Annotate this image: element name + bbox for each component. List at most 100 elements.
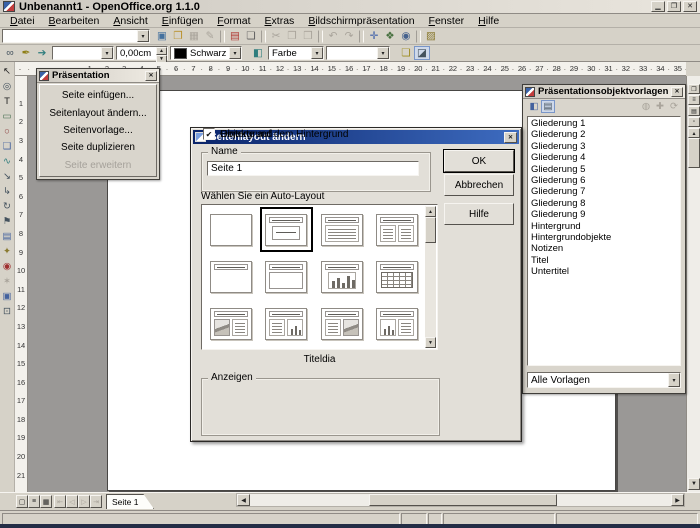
scroll-up-icon[interactable]: ▲ [425, 206, 436, 217]
menu-item[interactable]: Format [210, 14, 257, 28]
dialog-close-icon[interactable]: ✕ [504, 132, 517, 143]
ok-button[interactable]: OK [444, 150, 514, 172]
new-style-icon[interactable]: ✚ [653, 100, 667, 113]
horizontal-scrollbar[interactable]: ◀ ▶ [236, 493, 685, 507]
layout-scrollbar[interactable]: ▲ ▼ [425, 206, 436, 348]
style-item[interactable]: Hintergrund [528, 221, 680, 232]
layout-title-text-clipart[interactable] [314, 301, 370, 348]
style-item[interactable]: Gliederung 4 [528, 152, 680, 163]
style-item[interactable]: Gliederung 1 [528, 118, 680, 129]
palette-close-icon[interactable]: ✕ [145, 71, 157, 81]
palette-item-seitenvorlage[interactable]: Seitenvorlage... [63, 125, 133, 136]
graphic-styles-icon[interactable]: ◧ [527, 100, 541, 113]
vertical-scroll-thumb[interactable] [688, 138, 700, 168]
animation-icon[interactable]: ✶ [1, 274, 14, 289]
checkbox-objekte-auf-hintergrund[interactable]: ✔ Objekte auf dem Hintergrund [203, 128, 348, 140]
zoom-icon[interactable]: ◎ [1, 79, 14, 94]
checkbox-box[interactable]: ✔ [203, 128, 215, 140]
menu-item[interactable]: Hilfe [471, 14, 506, 28]
menu-item[interactable]: Bearbeiten [42, 14, 107, 28]
url-combo-arrow-icon[interactable]: ▾ [137, 30, 149, 42]
url-combo[interactable]: ▾ [2, 29, 150, 43]
presentation-styles-icon[interactable]: ▤ [541, 100, 555, 113]
horizontal-scroll-track[interactable] [250, 494, 671, 506]
style-item[interactable]: Titel [528, 255, 680, 266]
select-arrow-icon[interactable]: ↖ [1, 64, 14, 79]
vscroll-extra-button-3[interactable]: ▤ [688, 106, 700, 116]
effects-icon[interactable]: ✦ [1, 244, 14, 259]
new-document-icon[interactable]: ▣ [154, 29, 170, 43]
drawing-view-button[interactable]: ▢ [16, 495, 28, 508]
style-item[interactable]: Gliederung 8 [528, 198, 680, 209]
style-item[interactable]: Gliederung 6 [528, 175, 680, 186]
style-item[interactable]: Gliederung 3 [528, 141, 680, 152]
edit-file-icon[interactable]: ✎ [202, 29, 218, 43]
layout-title-chart-text[interactable] [370, 301, 426, 348]
layout-title-clipart-text[interactable] [203, 301, 259, 348]
style-filter-arrow-icon[interactable]: ▾ [668, 373, 680, 387]
layout-title-content[interactable] [314, 206, 370, 253]
scroll-thumb[interactable] [425, 217, 436, 243]
outline-view-button[interactable]: ≡ [28, 495, 40, 508]
menu-item[interactable]: Extras [258, 14, 302, 28]
undo-icon[interactable]: ↶ [325, 29, 341, 43]
area-dialog-icon[interactable]: ◧ [250, 46, 266, 60]
page-tab[interactable]: Seite 1 [106, 494, 154, 509]
palette-item-seite-erweitern[interactable]: Seite erweitern [65, 160, 132, 171]
insert-image-icon[interactable]: ▨ [423, 29, 439, 43]
edit-points-icon[interactable]: ∞ [2, 46, 18, 60]
layout-title-subtitle[interactable] [259, 206, 315, 253]
vertical-ruler[interactable]: 123456789101112131415161718192021 [15, 76, 28, 492]
copy-icon[interactable]: ❐ [284, 29, 300, 43]
style-item[interactable]: Notizen [528, 243, 680, 254]
menu-item[interactable]: Einfügen [155, 14, 210, 28]
arrow-style-icon[interactable]: ➔ [34, 46, 50, 60]
spin-up-icon[interactable]: ▲ [156, 47, 167, 55]
palette-title-bar[interactable]: Präsentation ✕ [37, 69, 159, 83]
palette-item-seite-einfuegen[interactable]: Seite einfügen... [62, 90, 134, 101]
vscroll-extra-button-1[interactable]: ❒ [688, 84, 700, 94]
restore-button[interactable]: ❐ [667, 1, 681, 12]
ellipse-icon[interactable]: ○ [1, 124, 14, 139]
palette-item-seitenlayout-aendern[interactable]: Seitenlayout ändern... [49, 108, 146, 119]
minimize-button[interactable]: ▁ [651, 1, 665, 12]
insert-icon[interactable]: ▣ [1, 289, 14, 304]
connector-icon[interactable]: ↳ [1, 184, 14, 199]
style-filter-combo[interactable]: Alle Vorlagen ▾ [527, 372, 681, 388]
menu-item[interactable]: Ansicht [106, 14, 154, 28]
first-page-button[interactable]: ⇤ [54, 495, 66, 508]
navigator-icon[interactable]: ✛ [366, 29, 382, 43]
layout-title-chart[interactable] [314, 253, 370, 300]
alignment-icon[interactable]: ⚑ [1, 214, 14, 229]
style-item[interactable]: Hintergrundobjekte [528, 232, 680, 243]
rotate-icon[interactable]: ↻ [1, 199, 14, 214]
stylist-title-bar[interactable]: Präsentationsobjektvorlagen ✕ [523, 85, 685, 99]
menu-item[interactable]: Datei [3, 14, 42, 28]
interaction-icon[interactable]: ◉ [1, 259, 14, 274]
layout-title-frame[interactable] [259, 253, 315, 300]
vscroll-extra-button-5[interactable]: ▴ [688, 128, 700, 138]
layout-title-two-content[interactable] [370, 206, 426, 253]
fill-style-combo[interactable]: Farbe ▾ [268, 46, 324, 60]
next-page-button[interactable]: ▷ [78, 495, 90, 508]
style-item[interactable]: Gliederung 2 [528, 129, 680, 140]
vscroll-extra-button-4[interactable]: ▫ [688, 117, 700, 127]
layout-title-table[interactable] [370, 253, 426, 300]
line-color-arrow-icon[interactable]: ▾ [229, 47, 241, 59]
paste-icon[interactable]: ❒ [300, 29, 316, 43]
text-icon[interactable]: T [1, 94, 14, 109]
fill-style-arrow-icon[interactable]: ▾ [311, 47, 323, 59]
export-pdf-icon[interactable]: ▤ [227, 29, 243, 43]
rectangle-icon[interactable]: ▭ [1, 109, 14, 124]
stylist-close-icon[interactable]: ✕ [671, 87, 683, 97]
stylist-icon[interactable]: ❖ [382, 29, 398, 43]
style-item[interactable]: Gliederung 5 [528, 164, 680, 175]
curve-icon[interactable]: ∿ [1, 154, 14, 169]
name-input[interactable] [207, 161, 419, 176]
cancel-button[interactable]: Abbrechen [444, 174, 514, 196]
save-document-icon[interactable]: ▦ [186, 29, 202, 43]
layout-title-only[interactable] [203, 253, 259, 300]
scroll-left-icon[interactable]: ◀ [237, 494, 250, 506]
help-button[interactable]: Hilfe [444, 203, 514, 225]
line-width-spinner[interactable]: 0,00cm ▲▼ [116, 46, 168, 60]
